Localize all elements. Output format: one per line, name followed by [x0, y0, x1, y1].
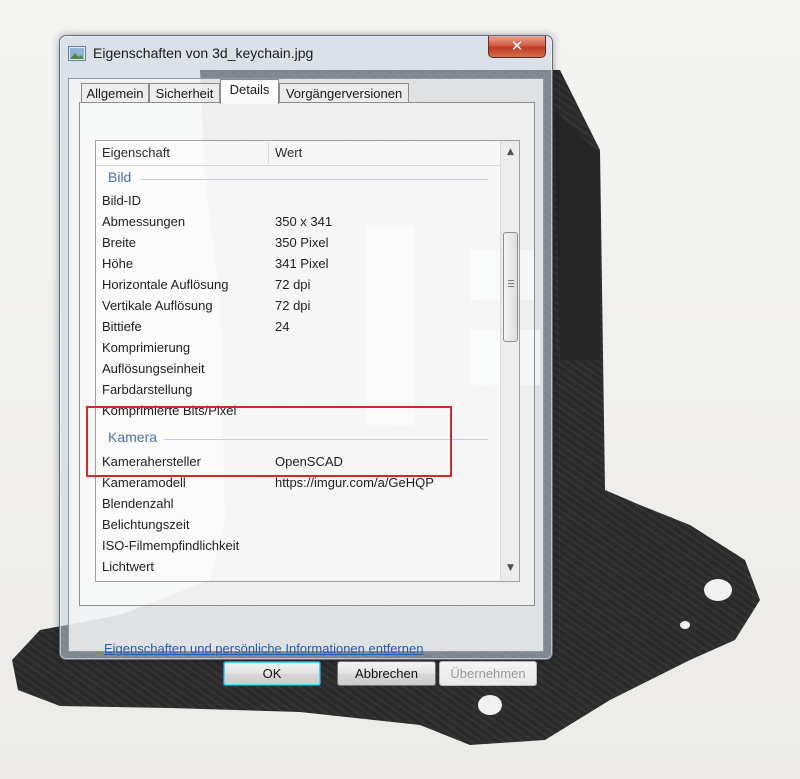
property-name: Abmessungen: [102, 214, 186, 229]
table-row[interactable]: Vertikale Auflösung 72 dpi: [96, 296, 500, 317]
property-name: Bild-ID: [102, 193, 142, 208]
details-page: Eigenschaft Wert Bild Bild-ID Abmessunge…: [79, 102, 535, 656]
table-row[interactable]: Höhe 341 Pixel: [96, 254, 500, 275]
property-name: Komprimierung: [102, 340, 191, 355]
table-row[interactable]: Farbdarstellung: [96, 380, 500, 401]
highlight-box: [86, 406, 452, 477]
property-value: 350 x 341: [275, 214, 333, 229]
property-name: Kameramodell: [102, 475, 186, 490]
table-row[interactable]: Auflösungseinheit: [96, 359, 500, 380]
property-name: Farbdarstellung: [102, 382, 193, 397]
property-name: ISO-Filmempfindlichkeit: [102, 538, 240, 553]
property-value: 72 dpi: [275, 298, 311, 313]
dialog-client-area: Allgemein Sicherheit Details Vorgängerve…: [68, 78, 544, 686]
column-header-property[interactable]: Eigenschaft: [96, 141, 268, 165]
tab-sicherheit[interactable]: Sicherheit: [149, 83, 220, 103]
window-title: Eigenschaften von 3d_keychain.jpg: [93, 45, 314, 61]
table-row[interactable]: Komprimierung: [96, 338, 500, 359]
property-name: Vertikale Auflösung: [102, 298, 213, 313]
table-row[interactable]: Bild-ID: [96, 191, 500, 212]
grip-icon: [508, 280, 514, 289]
group-label: Bild: [108, 169, 132, 185]
table-row[interactable]: Blendenzahl: [96, 494, 500, 515]
tab-allgemein[interactable]: Allgemein: [81, 83, 149, 103]
remove-properties-link[interactable]: Eigenschaften und persönliche Informatio…: [104, 641, 423, 656]
table-row[interactable]: Horizontale Auflösung 72 dpi: [96, 275, 500, 296]
property-value: 341 Pixel: [275, 256, 329, 271]
table-row[interactable]: Abmessungen 350 x 341: [96, 212, 500, 233]
property-name: Höhe: [102, 256, 134, 271]
property-value: https://imgur.com/a/GeHQP: [275, 475, 434, 490]
close-icon: ✕: [510, 37, 524, 55]
apply-button[interactable]: Übernehmen: [439, 661, 537, 686]
group-header-bild: Bild: [96, 168, 500, 189]
list-header: Eigenschaft Wert: [96, 141, 500, 166]
group-divider: [140, 179, 488, 180]
table-row[interactable]: Belichtungszeit: [96, 515, 500, 536]
image-file-icon: [68, 46, 86, 61]
property-value: 350 Pixel: [275, 235, 329, 250]
column-header-value[interactable]: Wert: [269, 141, 500, 165]
table-row[interactable]: Bittiefe 24: [96, 317, 500, 338]
vertical-scrollbar[interactable]: ▲ ▼: [500, 141, 519, 581]
table-row[interactable]: Breite 350 Pixel: [96, 233, 500, 254]
scroll-up-arrow-icon[interactable]: ▲: [504, 145, 517, 159]
property-name: Belichtungszeit: [102, 517, 190, 532]
property-value: 24: [275, 319, 290, 334]
property-name: Breite: [102, 235, 136, 250]
properties-window: Eigenschaften von 3d_keychain.jpg ✕ Allg…: [59, 35, 553, 686]
property-name: Lichtwert: [102, 559, 155, 574]
scrollbar-thumb[interactable]: [503, 232, 518, 342]
property-value: 72 dpi: [275, 277, 311, 292]
tab-details[interactable]: Details: [220, 79, 279, 104]
ok-button[interactable]: OK: [223, 661, 321, 686]
table-row[interactable]: ISO-Filmempfindlichkeit: [96, 536, 500, 557]
property-name: Blendenzahl: [102, 496, 174, 511]
property-name: Bittiefe: [102, 319, 142, 334]
property-name: Auflösungseinheit: [102, 361, 205, 376]
tab-vorgaengerversionen[interactable]: Vorgängerversionen: [279, 83, 409, 103]
table-row[interactable]: Lichtwert: [96, 557, 500, 578]
properties-list[interactable]: Eigenschaft Wert Bild Bild-ID Abmessunge…: [95, 140, 520, 582]
property-name: Horizontale Auflösung: [102, 277, 229, 292]
scroll-down-arrow-icon[interactable]: ▼: [504, 561, 517, 575]
cancel-button[interactable]: Abbrechen: [337, 661, 436, 686]
close-button[interactable]: ✕: [488, 36, 546, 58]
title-bar[interactable]: Eigenschaften von 3d_keychain.jpg ✕: [60, 36, 552, 70]
